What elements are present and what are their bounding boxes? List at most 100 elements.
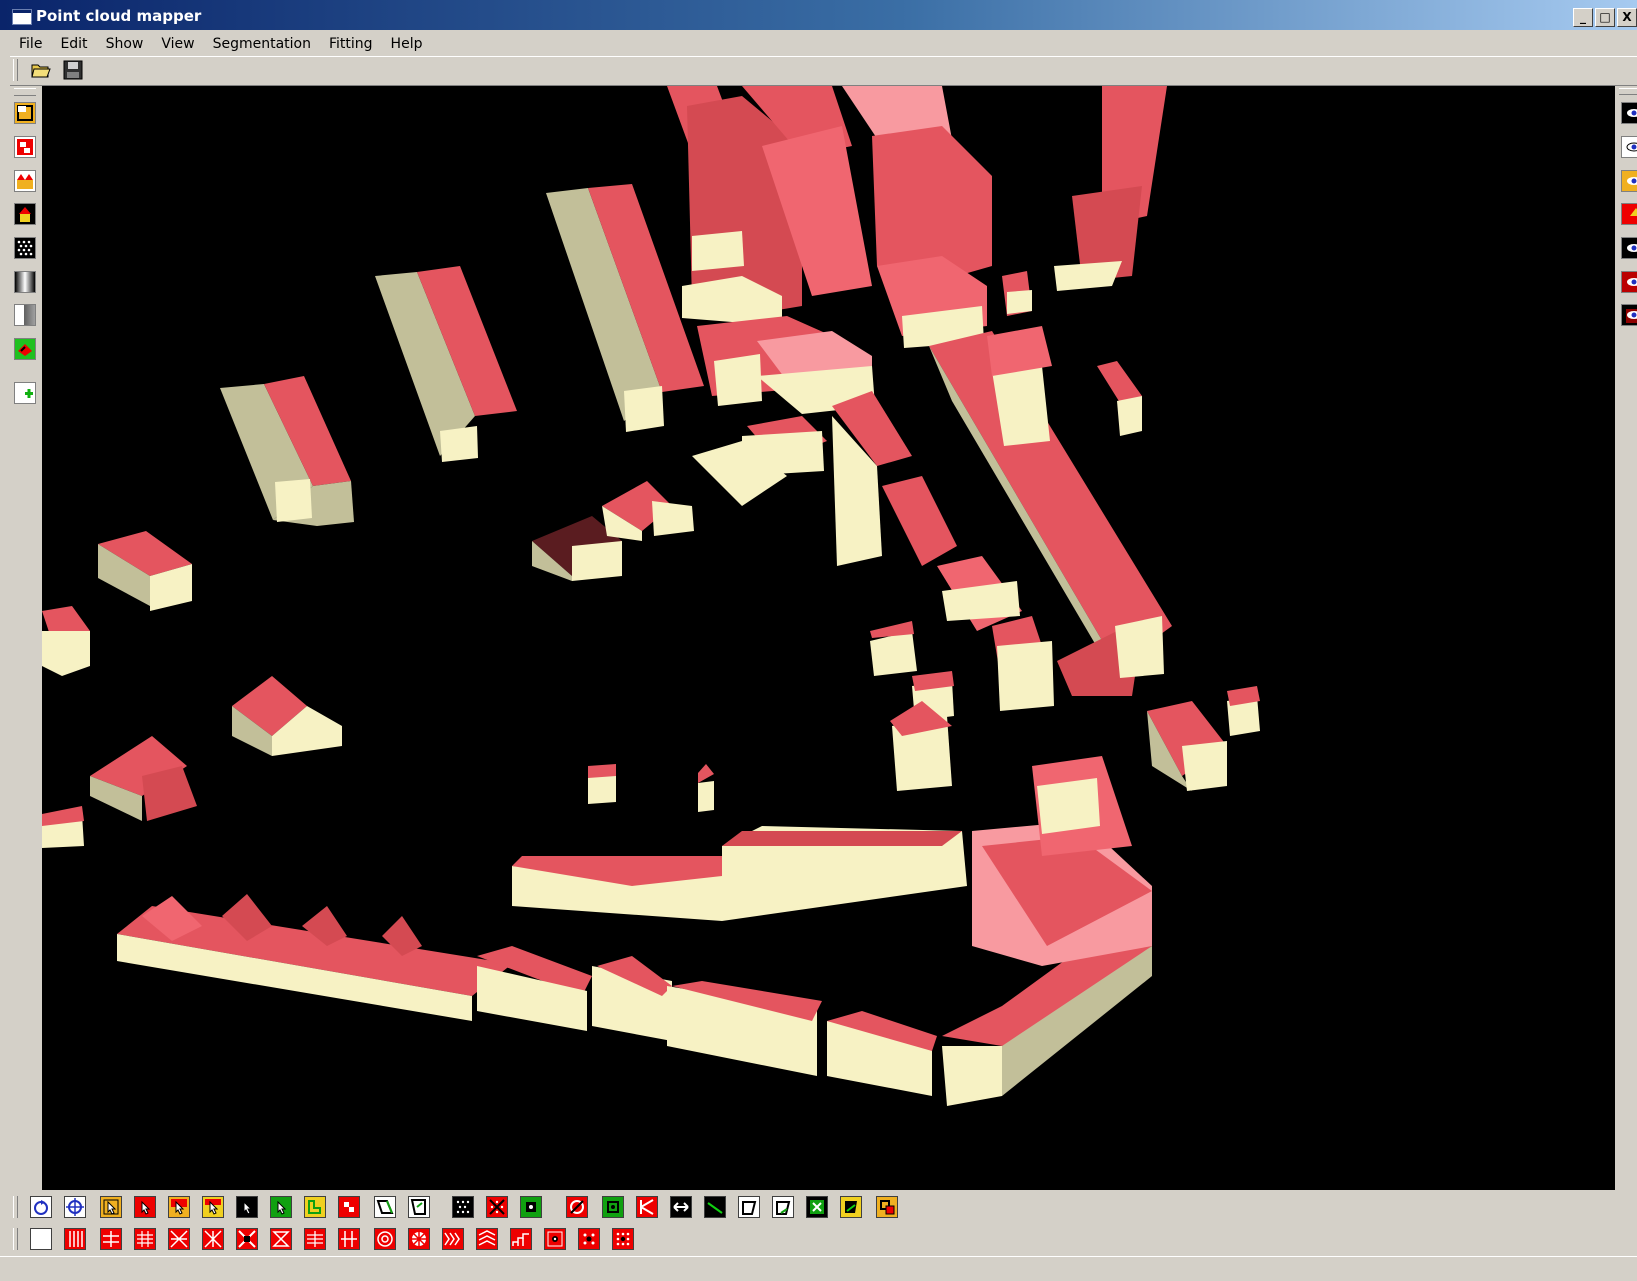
title-bar: Point cloud mapper _ □ X <box>0 0 1637 30</box>
select-multi-icon[interactable] <box>168 1196 190 1218</box>
red-x-icon[interactable] <box>236 1228 258 1250</box>
red-columns-icon[interactable] <box>134 1228 156 1250</box>
building-cluster-top <box>667 86 875 414</box>
select-black-icon[interactable] <box>236 1196 258 1218</box>
red-wheel-icon[interactable] <box>408 1228 430 1250</box>
red-bars-icon[interactable] <box>338 1228 360 1250</box>
split-icon[interactable] <box>636 1196 658 1218</box>
green-map-icon[interactable] <box>14 338 36 360</box>
close-button[interactable]: X <box>1617 8 1637 27</box>
red-diagonal-icon[interactable] <box>566 1196 588 1218</box>
menu-view[interactable]: View <box>152 36 203 52</box>
menu-file[interactable]: File <box>10 36 51 52</box>
cross-points-icon[interactable] <box>486 1196 508 1218</box>
line-icon[interactable] <box>704 1196 726 1218</box>
crosshair-icon[interactable] <box>64 1196 86 1218</box>
building-row-1 <box>220 376 354 526</box>
yellow-shape-icon[interactable] <box>840 1196 862 1218</box>
shape2-icon[interactable] <box>772 1196 794 1218</box>
menu-show[interactable]: Show <box>97 36 153 52</box>
add-icon[interactable] <box>14 382 36 404</box>
eye-black-icon[interactable] <box>1621 304 1637 326</box>
terrace-row-bottom-center <box>477 946 937 1096</box>
shape-icon[interactable] <box>738 1196 760 1218</box>
select-red-icon[interactable] <box>134 1196 156 1218</box>
menu-bar: File Edit Show View Segmentation Fitting… <box>10 31 431 56</box>
left-toolbar <box>10 86 40 1190</box>
red-hourglass-icon[interactable] <box>270 1228 292 1250</box>
app-icon <box>12 9 32 25</box>
red-segments-icon[interactable] <box>14 136 36 158</box>
open-folder-icon[interactable] <box>30 59 52 81</box>
red-dots-icon[interactable] <box>544 1228 566 1250</box>
red-horizontal-icon[interactable] <box>304 1228 326 1250</box>
restore-button[interactable]: □ <box>1595 8 1615 27</box>
main-toolbar <box>10 56 1637 86</box>
menu-fitting[interactable]: Fitting <box>320 36 382 52</box>
building-group-center <box>532 416 827 581</box>
menu-segmentation[interactable]: Segmentation <box>204 36 320 52</box>
house-height-icon[interactable] <box>14 203 36 225</box>
gradient-gray-icon[interactable] <box>14 271 36 293</box>
arrows-icon[interactable] <box>670 1196 692 1218</box>
building-group-left <box>42 531 342 821</box>
3d-viewport[interactable] <box>42 86 1615 1190</box>
red-cross-icon[interactable] <box>168 1228 190 1250</box>
eye-orange-icon[interactable] <box>1621 170 1637 192</box>
fit-red-icon[interactable] <box>338 1196 360 1218</box>
building-cluster-top-right <box>842 86 1167 348</box>
select-green-icon[interactable] <box>270 1196 292 1218</box>
bottom-toolbar-1 <box>10 1192 1637 1222</box>
building-view-icon[interactable] <box>14 170 36 192</box>
red-wave-icon[interactable] <box>476 1228 498 1250</box>
eye-points-icon[interactable] <box>1621 237 1637 259</box>
terrace-row-middle <box>512 826 967 921</box>
roof-outline-icon[interactable] <box>14 102 36 124</box>
red-circle-icon[interactable] <box>374 1228 396 1250</box>
window-controls: _ □ X <box>1573 8 1637 27</box>
building-row-2 <box>375 266 517 462</box>
select-orange-icon[interactable] <box>100 1196 122 1218</box>
right-toolbar <box>1617 86 1637 1190</box>
red-grid-icon[interactable] <box>100 1228 122 1250</box>
points-icon[interactable] <box>452 1196 474 1218</box>
eye-red-icon[interactable] <box>1621 203 1637 225</box>
red-stripes-icon[interactable] <box>442 1228 464 1250</box>
select-yellow-icon[interactable] <box>202 1196 224 1218</box>
eye-outline-icon[interactable] <box>1621 136 1637 158</box>
right-toolbar-grip[interactable] <box>1619 88 1637 95</box>
gray-square-icon[interactable] <box>14 304 36 326</box>
menu-help[interactable]: Help <box>382 36 432 52</box>
terrace-row-bottom-left <box>117 894 512 1021</box>
eye-icon[interactable] <box>1621 102 1637 124</box>
window-title: Point cloud mapper <box>36 7 202 25</box>
red-stairs-icon[interactable] <box>510 1228 532 1250</box>
red-dots3-icon[interactable] <box>612 1228 634 1250</box>
red-hatch-icon[interactable] <box>202 1228 224 1250</box>
toolbar-grip[interactable] <box>13 59 18 81</box>
eye-dark-red-icon[interactable] <box>1621 271 1637 293</box>
building-models <box>42 86 1260 1106</box>
polygon-icon[interactable] <box>374 1196 396 1218</box>
green-target-icon[interactable] <box>602 1196 624 1218</box>
minimize-button[interactable]: _ <box>1573 8 1593 27</box>
quad-icon[interactable] <box>408 1196 430 1218</box>
left-toolbar-grip[interactable] <box>14 88 36 96</box>
rotate-icon[interactable] <box>30 1196 52 1218</box>
bottom-toolbar-1-grip[interactable] <box>13 1196 18 1218</box>
empty-square-icon[interactable] <box>30 1228 52 1250</box>
building-diagonal-long <box>929 326 1172 696</box>
green-grid-icon[interactable] <box>806 1196 828 1218</box>
status-bar <box>0 1256 1637 1281</box>
point-cloud-icon[interactable] <box>14 237 36 259</box>
save-disk-icon[interactable] <box>62 59 84 81</box>
menu-edit[interactable]: Edit <box>51 36 96 52</box>
red-vertical-lines-icon[interactable] <box>64 1228 86 1250</box>
bottom-toolbar-2 <box>10 1224 1637 1254</box>
bottom-toolbar-2-grip[interactable] <box>13 1228 18 1250</box>
red-dots2-icon[interactable] <box>578 1228 600 1250</box>
green-square-icon[interactable] <box>520 1196 542 1218</box>
fit-green-icon[interactable] <box>304 1196 326 1218</box>
building-row-3 <box>546 184 704 432</box>
orange-shape-icon[interactable] <box>876 1196 898 1218</box>
